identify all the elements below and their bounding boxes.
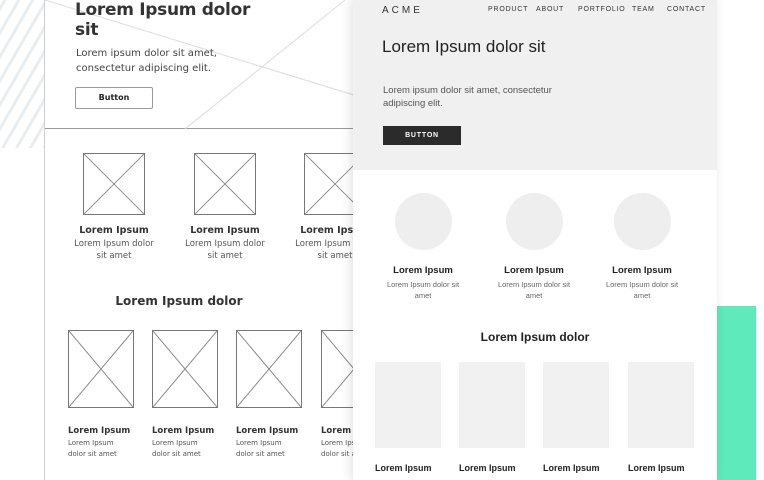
clean-card: Lorem Ipsum Lorem Ipsum dolor sit amet xyxy=(378,193,468,301)
clean-tile: Lorem Ipsum xyxy=(459,362,525,473)
clean-card: Lorem Ipsum Lorem Ipsum dolor sit amet xyxy=(489,193,579,301)
clean-tile: Lorem Ipsum xyxy=(543,362,609,473)
clean-card-title: Lorem Ipsum xyxy=(504,265,564,276)
clean-hero-button[interactable]: BUTTON xyxy=(383,126,461,145)
clean-card-text: Lorem Ipsum dolor sit amet xyxy=(386,280,460,300)
sketch-tile: Lorem Ipsum Lorem Ipsum dolor sit amet xyxy=(236,330,302,460)
clean-card-title: Lorem Ipsum xyxy=(393,265,453,276)
sketch-tile-title: Lorem Ipsum xyxy=(152,426,215,436)
image-placeholder xyxy=(375,362,441,448)
clean-card-title: Lorem Ipsum xyxy=(612,265,672,276)
sketch-tile-text: Lorem Ipsum dolor sit amet xyxy=(68,439,117,458)
image-placeholder-icon xyxy=(83,153,145,215)
sketch-card: Lorem Ipsum Lorem Ipsum dolor sit amet xyxy=(185,153,265,262)
clean-hero: ACME PRODUCT ABOUT PORTFOLIO TEAM CONTAC… xyxy=(353,0,717,170)
sketch-card: Lorem Ipsum Lorem Ipsum dolor sit amet xyxy=(74,153,154,262)
nav-item-contact[interactable]: CONTACT xyxy=(667,6,706,13)
clean-section-title: Lorem Ipsum dolor xyxy=(480,330,590,344)
clean-hero-text: Lorem ipsum dolor sit amet, consectetur … xyxy=(383,85,552,109)
clean-card-text: Lorem Ipsum dolor sit amet xyxy=(605,280,679,300)
sketch-tile-text: Lorem Ipsum dolor sit amet xyxy=(321,439,356,458)
sketch-card-text: Lorem Ipsum dolor sit amet xyxy=(295,239,356,261)
image-placeholder-icon xyxy=(194,153,256,215)
image-placeholder-icon xyxy=(68,330,134,408)
sketch-tile: Lorem Ipsum Lorem Ipsum dolor sit amet xyxy=(152,330,218,460)
sketch-wireframe: Lorem Ipsum dolor sit Lorem ipsum dolor … xyxy=(44,0,356,480)
clean-hero-title: Lorem Ipsum dolor sit xyxy=(382,37,546,56)
sketch-tile: Lorem Ipsum Lorem Ipsum dolor sit amet xyxy=(321,330,356,460)
image-placeholder-icon xyxy=(236,330,302,408)
sketch-hero: Lorem Ipsum dolor sit Lorem ipsum dolor … xyxy=(45,0,356,129)
sketch-card: Lorem Ipsum Lorem Ipsum dolor sit amet xyxy=(295,153,356,262)
image-placeholder xyxy=(543,362,609,448)
image-placeholder xyxy=(628,362,694,448)
clean-tile-title: Lorem Ipsum xyxy=(459,463,516,473)
hatched-background xyxy=(0,0,46,148)
sketch-hero-title: Lorem Ipsum dolor sit xyxy=(75,0,251,40)
nav-item-product[interactable]: PRODUCT xyxy=(488,6,528,13)
nav-item-portfolio[interactable]: PORTFOLIO xyxy=(578,6,626,13)
circle-placeholder xyxy=(394,193,452,250)
sketch-hero-button[interactable]: Button xyxy=(75,87,153,109)
sketch-card-title: Lorem Ipsum xyxy=(300,225,356,236)
clean-tile-title: Lorem Ipsum xyxy=(628,463,685,473)
sketch-tile-text: Lorem Ipsum dolor sit amet xyxy=(152,439,201,458)
sketch-tile-title: Lorem Ipsum xyxy=(236,426,299,436)
sketch-card-text: Lorem Ipsum dolor sit amet xyxy=(185,239,265,261)
sketch-tile-text: Lorem Ipsum dolor sit amet xyxy=(236,439,285,458)
clean-tile-title: Lorem Ipsum xyxy=(543,463,600,473)
clean-wireframe: ACME PRODUCT ABOUT PORTFOLIO TEAM CONTAC… xyxy=(353,0,717,480)
image-placeholder-icon xyxy=(304,153,356,215)
sketch-card-title: Lorem Ipsum xyxy=(79,225,149,236)
circle-placeholder xyxy=(505,193,563,250)
accent-block xyxy=(716,306,756,480)
clean-card-text: Lorem Ipsum dolor sit amet xyxy=(497,280,571,300)
image-placeholder-icon xyxy=(321,330,356,408)
nav-item-about[interactable]: ABOUT xyxy=(536,6,564,13)
clean-tile: Lorem Ipsum xyxy=(375,362,441,473)
image-placeholder-icon xyxy=(152,330,218,408)
sketch-section-title: Lorem Ipsum dolor xyxy=(115,294,243,308)
sketch-hero-text: Lorem ipsum dolor sit amet, consectetur … xyxy=(76,48,217,74)
sketch-tile-title: Lorem Ipsum xyxy=(68,426,131,436)
sketch-card-title: Lorem Ipsum xyxy=(190,225,260,236)
sketch-card-text: Lorem Ipsum dolor sit amet xyxy=(74,239,154,261)
clean-card: Lorem Ipsum Lorem Ipsum dolor sit amet xyxy=(597,193,687,301)
logo[interactable]: ACME xyxy=(382,5,423,16)
nav-item-team[interactable]: TEAM xyxy=(632,6,655,13)
image-placeholder xyxy=(459,362,525,448)
clean-tile: Lorem Ipsum xyxy=(628,362,694,473)
circle-placeholder xyxy=(613,193,671,250)
sketch-tile: Lorem Ipsum Lorem Ipsum dolor sit amet xyxy=(68,330,134,460)
sketch-tile-title: Lorem Ipsum xyxy=(321,426,356,436)
clean-tile-title: Lorem Ipsum xyxy=(375,463,432,473)
